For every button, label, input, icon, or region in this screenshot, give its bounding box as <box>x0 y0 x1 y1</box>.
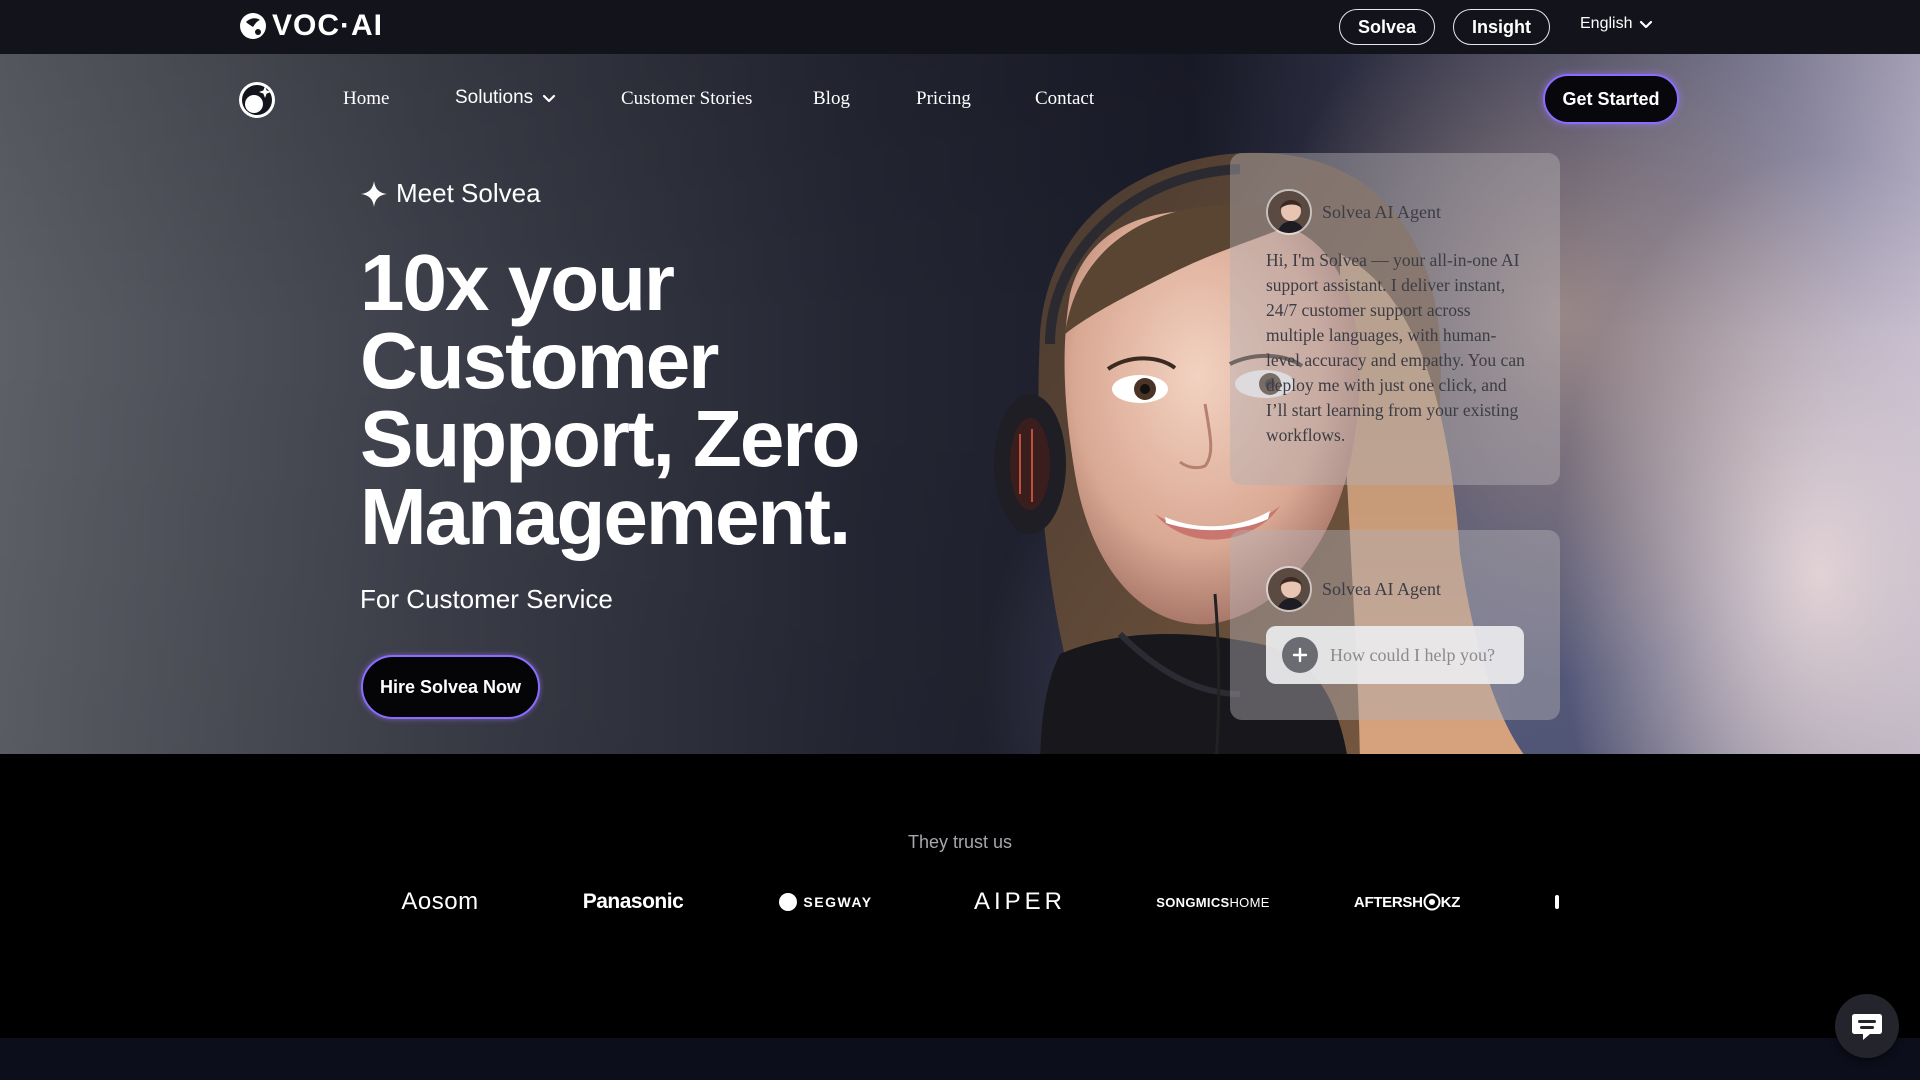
brand-logo[interactable]: VOC·AI <box>238 11 383 41</box>
chevron-down-icon <box>1640 20 1653 29</box>
plus-icon <box>1292 647 1308 663</box>
logo-aiper: AIPER <box>973 888 1067 915</box>
hire-solvea-button[interactable]: Hire Solvea Now <box>361 655 540 719</box>
logo-home-text: HOME <box>1229 894 1270 910</box>
avatar <box>1266 566 1312 612</box>
headline-line: 10x your <box>360 238 675 327</box>
agent-name: Solvea AI Agent <box>1322 578 1441 599</box>
voc-ai-logo-icon[interactable] <box>238 81 276 119</box>
agent-message: Hi, I'm Solvea — your all-in-one AI supp… <box>1266 250 1525 445</box>
logo-songmics-text: SONGMICS <box>1156 894 1230 910</box>
chat-input[interactable]: How could I help you? <box>1266 626 1524 684</box>
hero-eyebrow-text: Meet Solvea <box>396 178 541 208</box>
agent-name: Solvea AI Agent <box>1322 201 1441 222</box>
nav-blog[interactable]: Blog <box>813 88 850 110</box>
logo-partial-mark <box>1555 895 1559 909</box>
sparkle-icon <box>361 180 387 207</box>
logo-segway-text: SEGWAY <box>803 894 873 910</box>
agent-avatar-icon <box>1268 191 1310 233</box>
hero-subtitle: For Customer Service <box>360 584 613 614</box>
trust-section: They trust us Aosom Panasonic SEGWAY AIP… <box>0 754 1920 1038</box>
chevron-down-icon <box>543 94 556 103</box>
language-label: English <box>1580 15 1633 32</box>
chat-widget-button[interactable] <box>1835 994 1899 1058</box>
insight-button[interactable]: Insight <box>1453 9 1550 45</box>
customer-logos: Aosom Panasonic SEGWAY AIPER SONGMICS HOM… <box>360 874 1560 930</box>
voc-ai-logo-icon <box>240 13 266 39</box>
logo-aftershokz: AFTERSH KZ <box>1327 874 1487 930</box>
add-attachment-button[interactable] <box>1282 637 1318 673</box>
logo-aftershokz-text-b: KZ <box>1440 893 1461 911</box>
logo-segway: SEGWAY <box>746 874 906 930</box>
nav-pricing[interactable]: Pricing <box>916 88 971 110</box>
agent-avatar-icon <box>1268 568 1310 610</box>
segway-mark-icon <box>779 893 798 911</box>
agent-header: Solvea AI Agent <box>1266 189 1441 235</box>
chat-bubble-icon <box>1852 1014 1882 1040</box>
top-bar: VOC·AI Solvea Insight English <box>0 0 1920 54</box>
logo-songmics-home: SONGMICS HOME <box>1133 874 1293 930</box>
solvea-button[interactable]: Solvea <box>1339 9 1435 45</box>
get-started-button[interactable]: Get Started <box>1543 74 1679 124</box>
nav-solutions-label: Solutions <box>455 87 534 108</box>
logo-aosom: Aosom <box>401 888 479 915</box>
logo-partial <box>1555 874 1560 930</box>
logo-panasonic: Panasonic <box>582 890 684 913</box>
logo-aftershokz-text-a: AFTERSH <box>1353 893 1423 911</box>
nav-customer-stories[interactable]: Customer Stories <box>621 88 752 110</box>
nav-home[interactable]: Home <box>343 88 389 110</box>
headline-line: Support, Zero <box>360 394 860 483</box>
headline-line: Management. <box>360 472 851 561</box>
trust-title: They trust us <box>907 832 1013 852</box>
avatar <box>1266 189 1312 235</box>
nav-solutions[interactable]: Solutions <box>455 87 557 109</box>
chat-input-placeholder: How could I help you? <box>1330 644 1495 665</box>
chat-message-card: Solvea AI Agent Hi, I'm Solvea — your al… <box>1230 153 1560 485</box>
nav-contact[interactable]: Contact <box>1035 88 1094 110</box>
aftershokz-o-icon <box>1423 893 1441 911</box>
chat-input-card: Solvea AI Agent How could I help you? <box>1230 530 1560 720</box>
hero-eyebrow: Meet Solvea <box>360 178 541 209</box>
agent-header: Solvea AI Agent <box>1266 566 1441 612</box>
brand-name: VOC·AI <box>272 9 383 42</box>
page-bottom-band <box>0 1038 1920 1080</box>
headline-line: Customer <box>360 316 719 405</box>
language-selector[interactable]: English <box>1580 15 1654 33</box>
main-nav: Home Solutions Customer Stories Blog Pri… <box>0 54 1920 144</box>
hero-headline: 10x your Customer Support, Zero Manageme… <box>360 238 920 561</box>
hero-section: Home Solutions Customer Stories Blog Pri… <box>0 54 1920 754</box>
